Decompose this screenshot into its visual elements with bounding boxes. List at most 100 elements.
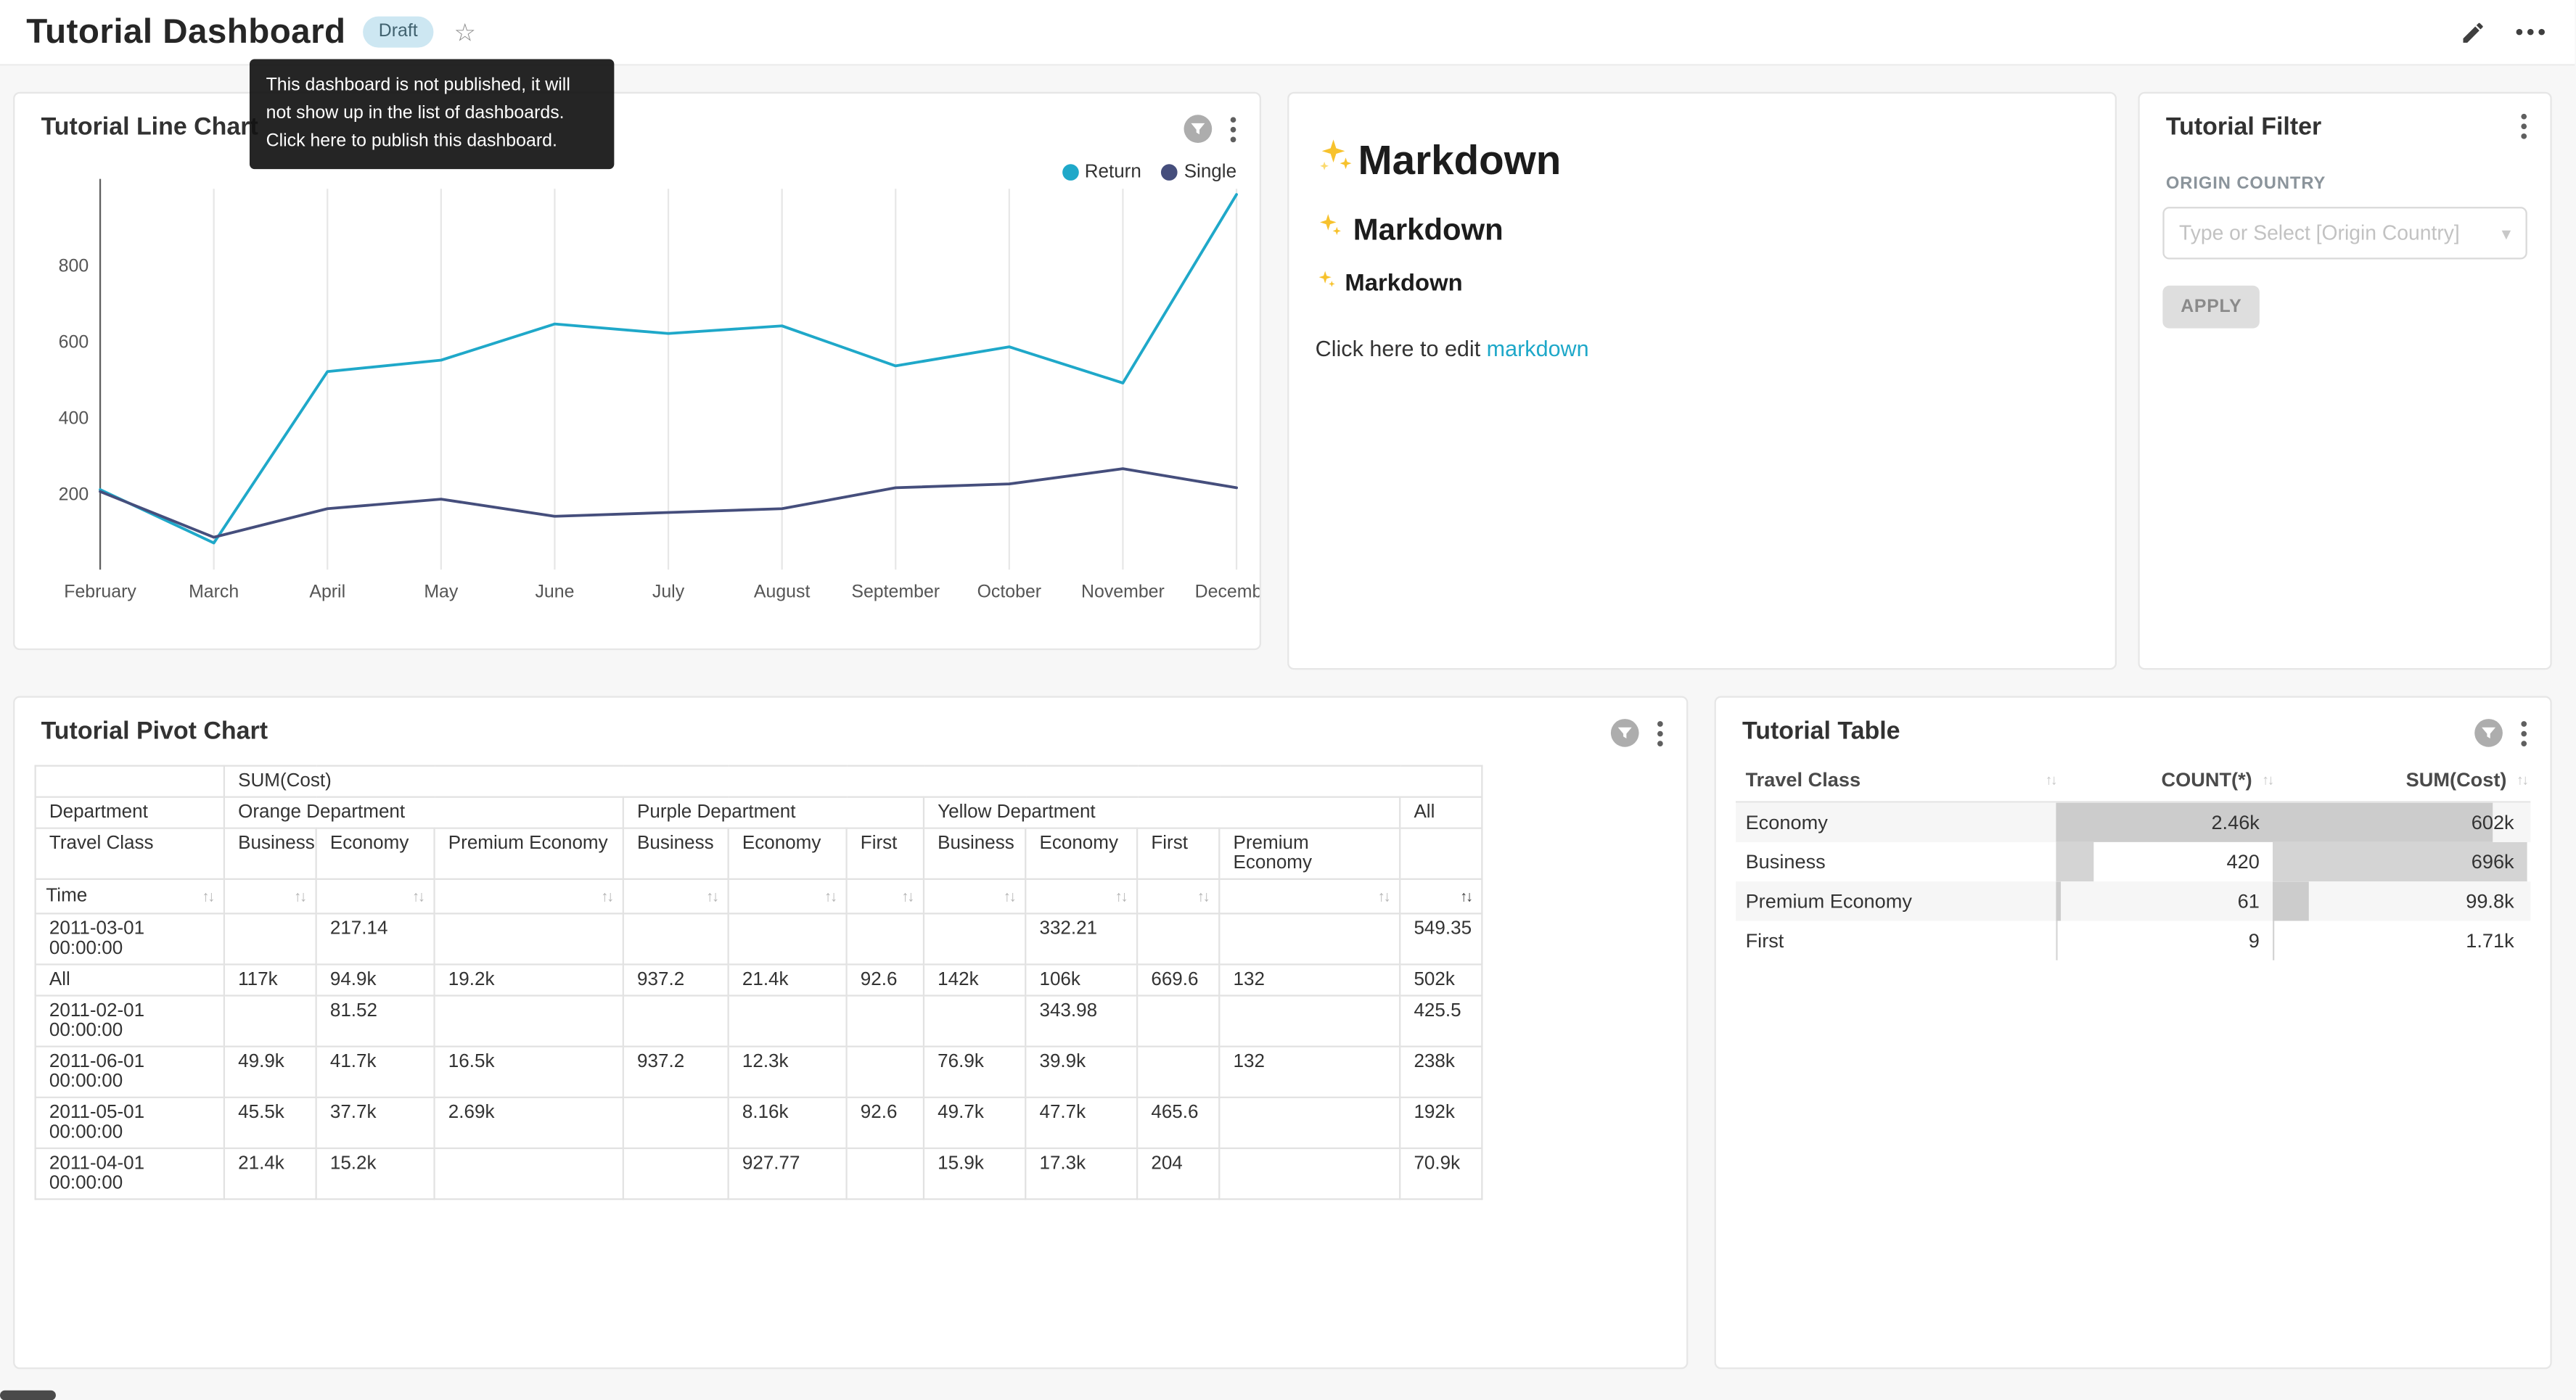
sort-icon[interactable]: ↑↓	[1004, 888, 1015, 905]
sort-icon[interactable]: ↑↓	[202, 888, 213, 905]
pivot-time-label: Time	[46, 886, 87, 906]
pivot-cell	[1219, 996, 1400, 1047]
kebab-menu-icon[interactable]	[1657, 720, 1663, 746]
pivot-cell: 192k	[1400, 1098, 1482, 1148]
cross-filter-icon[interactable]	[2473, 717, 2504, 749]
pivot-cell: 502k	[1400, 965, 1482, 996]
line-chart-svg: 200400600800FebruaryMarchAprilMayJuneJul…	[15, 166, 1259, 651]
pivot-cell	[224, 996, 316, 1047]
pivot-sort-row: Time ↑↓ ↑↓ ↑↓ ↑↓ ↑↓ ↑↓ ↑↓ ↑↓ ↑↓ ↑↓ ↑↓ ↑↓	[36, 879, 1482, 914]
pivot-cell: 92.6	[847, 1098, 924, 1148]
favorite-star-icon[interactable]: ☆	[454, 17, 476, 47]
table-row[interactable]: Premium Economy6199.8k	[1736, 881, 2530, 921]
pivot-cell	[729, 996, 847, 1047]
line-chart-card: Tutorial Line Chart ReturnSingle 2004006…	[13, 92, 1261, 650]
pivot-cell	[729, 913, 847, 964]
pivot-class-header: Economy	[316, 828, 435, 879]
kebab-menu-icon[interactable]	[1230, 116, 1236, 142]
kebab-menu-icon[interactable]	[2521, 113, 2527, 139]
sort-icon[interactable]: ↑↓	[294, 888, 305, 905]
x-tick-label: November	[1081, 582, 1165, 602]
sort-icon[interactable]: ↑↓	[901, 888, 913, 905]
cell-sum: 99.8k	[2273, 881, 2527, 921]
origin-country-select[interactable]: Type or Select [Origin Country] ▾	[2162, 207, 2527, 259]
sort-icon[interactable]: ↑↓	[1378, 888, 1390, 905]
sort-icon[interactable]: ↑↓	[706, 888, 718, 905]
pivot-data-row: 2011-03-01 00:00:00217.14332.21549.35	[36, 913, 1482, 964]
pivot-cell: 94.9k	[316, 965, 435, 996]
sort-icon[interactable]: ↑↓	[601, 888, 612, 905]
pivot-department-header: Orange Department	[224, 797, 623, 828]
dashboard-page: Tutorial Dashboard Draft ☆ This dashboar…	[0, 0, 2575, 1400]
column-header-travel-class[interactable]: Travel Class↑↓	[1736, 768, 2056, 791]
table-row[interactable]: Business420696k	[1736, 842, 2530, 881]
sort-icon: ↑↓	[2516, 772, 2527, 788]
filter-title: Tutorial Filter	[2166, 113, 2321, 141]
y-tick-label: 800	[59, 255, 89, 276]
pivot-data-row: 2011-02-01 00:00:0081.52343.98425.5	[36, 996, 1482, 1047]
cell-count: 2.46k	[2056, 803, 2273, 842]
cell-sum: 1.71k	[2273, 921, 2527, 960]
pivot-metric-label: SUM(Cost)	[224, 766, 1482, 797]
pivot-cell: 76.9k	[924, 1047, 1025, 1098]
status-badge[interactable]: Draft	[362, 16, 434, 48]
pivot-cell: 21.4k	[224, 1148, 316, 1199]
sort-icon[interactable]: ↑↓	[824, 888, 836, 905]
pivot-cell	[847, 913, 924, 964]
pivot-cell: 238k	[1400, 1047, 1482, 1098]
sort-icon[interactable]: ↑↓	[1197, 888, 1209, 905]
pivot-class-header: Economy	[729, 828, 847, 879]
pivot-cell: 217.14	[316, 913, 435, 964]
table-card: Tutorial Table Travel Class↑↓COUNT(*)↑↓S…	[1715, 696, 2552, 1370]
sort-icon[interactable]: ↑↓	[1460, 888, 1472, 905]
publish-tooltip[interactable]: This dashboard is not published, it will…	[250, 59, 614, 169]
sort-icon: ↑↓	[2046, 772, 2056, 788]
markdown-card[interactable]: Markdown Markdown Markdown Click here to…	[1287, 92, 2117, 670]
pivot-cell: 549.35	[1400, 913, 1482, 964]
pivot-cell: 39.9k	[1025, 1047, 1137, 1098]
cell-travel-class: Premium Economy	[1736, 881, 2056, 921]
chevron-down-icon: ▾	[2502, 223, 2511, 244]
x-tick-label: July	[652, 582, 685, 602]
column-header-count[interactable]: COUNT(*)↑↓	[2056, 768, 2273, 791]
cell-sum: 602k	[2273, 803, 2527, 842]
apply-button[interactable]: APPLY	[2162, 286, 2260, 329]
pivot-cell: 49.7k	[924, 1098, 1025, 1148]
pivot-cell: 465.6	[1137, 1098, 1219, 1148]
sort-icon[interactable]: ↑↓	[412, 888, 424, 905]
ellipsis-menu-icon[interactable]	[2516, 28, 2546, 36]
kebab-menu-icon[interactable]	[2521, 720, 2527, 746]
pivot-class-header: Business	[924, 828, 1025, 879]
pivot-cell	[924, 913, 1025, 964]
sort-icon[interactable]: ↑↓	[1115, 888, 1127, 905]
markdown-h2: Markdown	[1316, 212, 2089, 248]
x-tick-label: April	[309, 582, 345, 602]
dashboard-header: Tutorial Dashboard Draft ☆	[0, 0, 2575, 66]
horizontal-scrollbar-thumb[interactable]	[0, 1391, 56, 1400]
pivot-cell: 937.2	[623, 965, 729, 996]
pivot-cell	[1137, 913, 1219, 964]
table-row[interactable]: Economy2.46k602k	[1736, 803, 2530, 842]
pivot-class-header: Economy	[1025, 828, 1137, 879]
table-row[interactable]: First91.71k	[1736, 921, 2530, 960]
cell-travel-class: Business	[1736, 842, 2056, 881]
pivot-cell: 45.5k	[224, 1098, 316, 1148]
cross-filter-icon[interactable]	[1182, 113, 1213, 144]
sum-bar	[2273, 881, 2309, 921]
column-header-sum[interactable]: SUM(Cost)↑↓	[2273, 768, 2527, 791]
pivot-cell	[435, 996, 623, 1047]
edit-pencil-icon[interactable]	[2460, 19, 2486, 45]
sparkles-icon	[1316, 212, 1343, 248]
x-tick-label: October	[977, 582, 1041, 602]
cross-filter-icon[interactable]	[1609, 717, 1641, 749]
pivot-cell	[1219, 1098, 1400, 1148]
pivot-cell: 19.2k	[435, 965, 623, 996]
sort-icon: ↑↓	[2262, 772, 2273, 788]
pivot-row-key: 2011-02-01 00:00:00	[36, 996, 224, 1047]
pivot-row-key: 2011-06-01 00:00:00	[36, 1047, 224, 1098]
pivot-cell: 21.4k	[729, 965, 847, 996]
pivot-class-header: Business	[623, 828, 729, 879]
pivot-cell	[924, 996, 1025, 1047]
markdown-edit-link[interactable]: markdown	[1487, 337, 1589, 361]
pivot-cell: 8.16k	[729, 1098, 847, 1148]
